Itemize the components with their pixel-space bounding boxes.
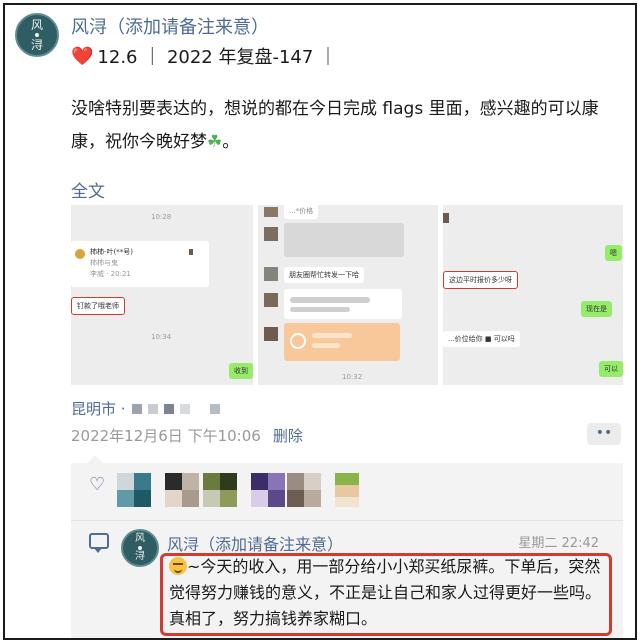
chat-avatar: [264, 207, 278, 217]
like-avatar[interactable]: [165, 473, 199, 507]
redacted-block: [189, 249, 193, 255]
blurred-line: [312, 333, 352, 338]
more-icon[interactable]: ••: [587, 423, 621, 445]
attached-image-2[interactable]: ...*价格 朋友圈帮忙转发一下哈 10:32: [258, 205, 438, 385]
like-avatar[interactable]: [251, 473, 285, 507]
reply-bubble: 嗯: [605, 245, 622, 261]
author-name[interactable]: 风浔（添加请备注来意）: [71, 13, 269, 39]
redacted-pixel: [179, 403, 190, 414]
blurred-line: [290, 297, 370, 303]
contact-tag: 李威 · 20:21: [90, 270, 131, 278]
contact-avatar: [75, 249, 85, 259]
redacted-pixel: [163, 403, 174, 414]
location-text: 昆明市 ·: [71, 400, 126, 418]
location[interactable]: 昆明市 ·: [71, 398, 220, 419]
avatar-char-top: 风: [135, 533, 145, 544]
post-date: 2022年12月6日 下午10:06: [71, 427, 261, 445]
comment-icon: [89, 533, 109, 553]
avatar-dot: [35, 33, 39, 37]
reply-bubble: 可以: [599, 361, 623, 377]
chat-time: 10:34: [151, 333, 172, 341]
reply-bubble: 收到: [229, 363, 253, 379]
heart-icon: ❤️: [71, 45, 94, 67]
blurred-line: [312, 343, 340, 348]
clover-icon: ☘: [207, 132, 223, 152]
redacted-pixel: [209, 403, 220, 414]
post-body: 没啥特别要表达的，想说的都在今日完成 flags 里面，感兴趣的可以康康，祝你今…: [71, 93, 619, 159]
highlight-bubble: 这边平时报价多少呀: [443, 271, 518, 289]
post-body-end: 。: [222, 132, 240, 152]
redacted-pixel: [147, 403, 158, 414]
avatar-char-bottom: 浔: [30, 38, 43, 52]
reply-bubble: 现在是: [581, 301, 612, 317]
chat-message: ...价位给你 ■ 可以吗: [443, 331, 520, 347]
comment-body[interactable]: ~今天的收入，用一部分给小小郑买纸尿裤。下单后，突然觉得努力赚钱的意义，不正是让…: [169, 554, 609, 632]
like-avatar[interactable]: [287, 473, 321, 507]
attached-image-1[interactable]: 10:28 柿柿-叶(**号) 柿柿与鬼 李威 · 20:21 钉款了哦老师 1…: [71, 205, 253, 385]
blurred-line: [290, 307, 350, 312]
comment-text: ~今天的收入，用一部分给小小郑买纸尿裤。下单后，突然觉得努力赚钱的意义，不正是让…: [169, 557, 602, 628]
delete-button[interactable]: 删除: [273, 425, 303, 446]
like-avatar[interactable]: [335, 473, 359, 507]
commenter-avatar[interactable]: 风 浔: [121, 529, 159, 567]
post-meta: 2022年12月6日 下午10:06 删除: [71, 425, 303, 446]
chat-avatar: [443, 213, 449, 223]
highlight-bubble: 钉款了哦老师: [71, 297, 125, 315]
chat-avatar: [264, 327, 278, 341]
post-body-text: 没啥特别要表达的，想说的都在今日完成 flags 里面，感兴趣的可以康康，祝你今…: [71, 99, 599, 152]
author-avatar[interactable]: 风 浔: [15, 13, 59, 57]
message-card: [284, 289, 402, 319]
chat-text: ...*价格: [284, 205, 319, 219]
commenter-name[interactable]: 风浔（添加请备注来意）: [167, 531, 343, 555]
transfer-card: [284, 323, 400, 361]
like-heart-icon: ♡: [89, 474, 106, 495]
chat-avatar: [264, 293, 278, 307]
panel-pointer: [87, 455, 103, 463]
comment-time: 星期二 22:42: [518, 536, 599, 551]
check-icon: [290, 333, 306, 349]
full-text-link[interactable]: 全文: [71, 177, 105, 202]
chat-avatar: [264, 227, 278, 241]
panel-divider: [71, 520, 623, 521]
like-avatar[interactable]: [203, 473, 237, 507]
blurred-message: [284, 223, 404, 257]
post-tagline: ❤️ 12.6 ｜ 2022 年复盘-147 ｜: [71, 43, 337, 69]
like-avatar[interactable]: [117, 473, 151, 507]
chat-message: 朋友圈帮忙转发一下哈: [284, 267, 364, 283]
avatar-char-bottom: 浔: [135, 551, 145, 562]
emoji-icon: [169, 557, 187, 575]
chat-avatar: [264, 267, 278, 281]
moments-post: 风 浔 风浔（添加请备注来意） ❤️ 12.6 ｜ 2022 年复盘-147 ｜…: [3, 3, 637, 640]
redacted-pixel: [131, 403, 142, 414]
contact-card: 柿柿-叶(**号) 柿柿与鬼 李威 · 20:21: [71, 241, 209, 287]
tagline-text: 12.6 ｜ 2022 年复盘-147 ｜: [97, 47, 338, 68]
chat-time: 10:28: [151, 213, 172, 221]
attached-image-3[interactable]: 嗯 这边平时报价多少呀 现在是 ...价位给你 ■ 可以吗 可以: [443, 205, 623, 385]
chat-time: 10:32: [342, 373, 363, 381]
avatar-dot: [138, 546, 142, 550]
avatar-char-top: 风: [30, 18, 43, 32]
